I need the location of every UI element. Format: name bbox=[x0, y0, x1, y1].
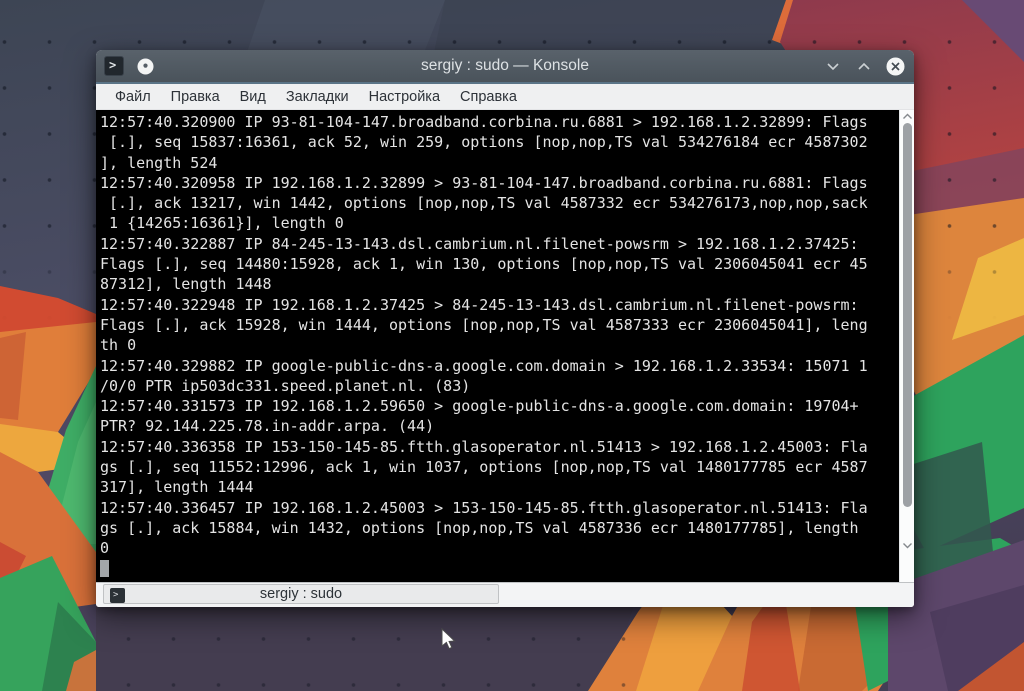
scrollbar-thumb[interactable] bbox=[903, 123, 912, 507]
window-title: sergiy : sudo — Konsole bbox=[420, 57, 589, 74]
menu-item[interactable]: Справка bbox=[450, 86, 527, 108]
terminal-line: 87312], length 1448 bbox=[100, 275, 272, 294]
terminal-line: 12:57:40.322887 IP 84-245-13-143.dsl.cam… bbox=[100, 234, 859, 253]
terminal-line: 317], length 1444 bbox=[100, 478, 254, 497]
window-controls bbox=[822, 55, 906, 77]
tab-label: sergiy : sudo bbox=[259, 586, 343, 602]
desktop: > sergiy : sudo — Konsole Файл Правка Ви… bbox=[0, 0, 1024, 691]
terminal-scrollbar[interactable] bbox=[899, 110, 914, 582]
terminal-line: 1 {14265:16361}], length 0 bbox=[100, 214, 344, 233]
terminal-line: PTR? 92.144.225.78.in-addr.arpa. (44) bbox=[100, 417, 435, 436]
terminal-line: 12:57:40.336457 IP 192.168.1.2.45003 > 1… bbox=[100, 498, 868, 517]
menu-item[interactable]: Правка bbox=[161, 86, 230, 108]
terminal-line: 12:57:40.336358 IP 153-150-145-85.ftth.g… bbox=[100, 437, 868, 456]
terminal-line: [.], ack 13217, win 1442, options [nop,n… bbox=[100, 194, 868, 213]
terminal-line: 12:57:40.322948 IP 192.168.1.2.37425 > 8… bbox=[100, 295, 859, 314]
terminal-line: [.], seq 15837:16361, ack 52, win 259, o… bbox=[100, 133, 868, 152]
terminal-tab-icon: > bbox=[110, 588, 125, 603]
terminal-line: 0 bbox=[100, 539, 110, 558]
terminal-row: 12:57:40.320900 IP 93-81-104-147.broadba… bbox=[96, 110, 914, 582]
terminal-line: Flags [.], ack 15928, win 1444, options … bbox=[100, 315, 868, 334]
window-titlebar[interactable]: > sergiy : sudo — Konsole bbox=[96, 50, 914, 82]
terminal-line: gs [.], seq 11552:12996, ack 1, win 1037… bbox=[100, 458, 868, 477]
pin-window-button[interactable] bbox=[137, 58, 154, 75]
chevron-up-icon bbox=[858, 62, 870, 70]
terminal-line: 12:57:40.329882 IP google-public-dns-a.g… bbox=[100, 356, 868, 375]
minimize-button[interactable] bbox=[822, 55, 844, 77]
tab-sergiy-sudo[interactable]: > sergiy : sudo bbox=[103, 584, 499, 604]
scrollbar-up-icon[interactable] bbox=[902, 113, 913, 120]
terminal-line: ], length 524 bbox=[100, 153, 218, 172]
terminal-line: th 0 bbox=[100, 336, 137, 355]
terminal-line: Flags [.], seq 14480:15928, ack 1, win 1… bbox=[100, 255, 868, 274]
menu-item[interactable]: Вид bbox=[230, 86, 276, 108]
menu-item[interactable]: Файл bbox=[105, 86, 161, 108]
terminal-line: 12:57:40.320900 IP 93-81-104-147.broadba… bbox=[100, 113, 868, 131]
terminal-line: 12:57:40.320958 IP 192.168.1.2.32899 > 9… bbox=[100, 173, 868, 192]
tab-bar: > sergiy : sudo bbox=[96, 582, 914, 607]
terminal-line: 12:57:40.331573 IP 192.168.1.2.59650 > g… bbox=[100, 397, 859, 416]
menu-bar: Файл Правка Вид Закладки Настройка Справ… bbox=[96, 84, 914, 110]
maximize-button[interactable] bbox=[853, 55, 875, 77]
close-icon bbox=[886, 57, 904, 75]
konsole-app-icon[interactable]: > bbox=[104, 56, 124, 76]
terminal-line: /0/0 PTR ip503dc331.speed.planet.nl. (83… bbox=[100, 376, 471, 395]
chevron-down-icon bbox=[827, 62, 839, 70]
terminal-output[interactable]: 12:57:40.320900 IP 93-81-104-147.broadba… bbox=[96, 110, 899, 582]
terminal-cursor bbox=[100, 560, 109, 578]
terminal-line: gs [.], ack 15884, win 1432, options [no… bbox=[100, 518, 859, 537]
menu-item[interactable]: Закладки bbox=[276, 86, 359, 108]
konsole-window: > sergiy : sudo — Konsole Файл Правка Ви… bbox=[96, 50, 914, 607]
menu-item[interactable]: Настройка bbox=[359, 86, 450, 108]
scrollbar-down-icon[interactable] bbox=[902, 542, 913, 549]
close-button[interactable] bbox=[884, 55, 906, 77]
